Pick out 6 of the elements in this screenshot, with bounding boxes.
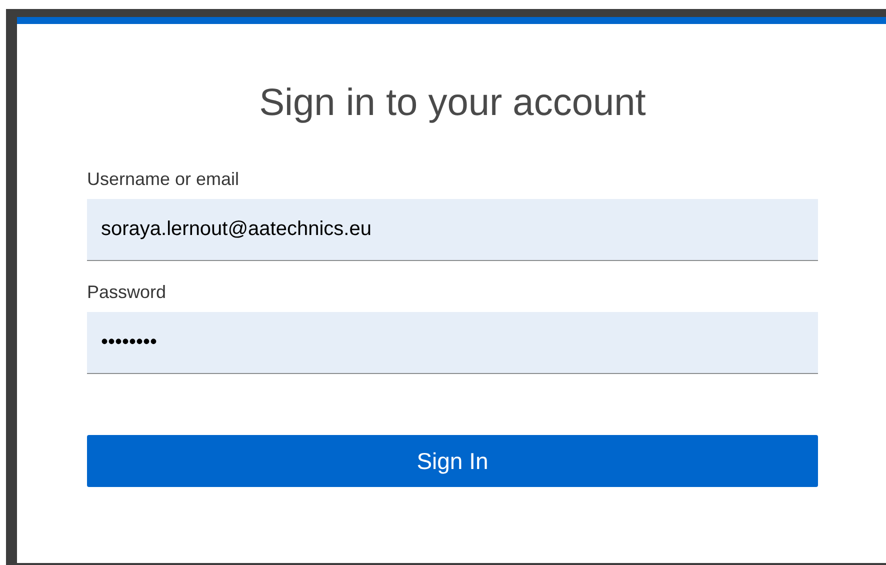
field-label: Username or email: [87, 168, 240, 190]
input-field[interactable]: soraya.lernout@aatechnics.eu: [87, 199, 818, 261]
page-title: Sign in to your account: [259, 81, 646, 126]
field-label: Password: [87, 281, 168, 303]
sign-in-button[interactable]: Sign In: [87, 435, 818, 487]
input-field[interactable]: ••••••••: [87, 312, 818, 374]
